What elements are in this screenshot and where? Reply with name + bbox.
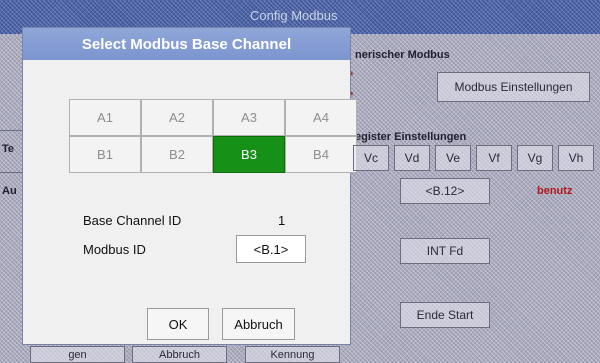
background-value-button: Vh [558,145,594,171]
cancel-button[interactable]: Abbruch [222,308,295,340]
channel-button-a4[interactable]: A4 [285,99,357,136]
channel-button-b3[interactable]: B3 [213,136,285,173]
channel-button-a1[interactable]: A1 [69,99,141,136]
background-field-b12: <B.12> [400,178,490,204]
channel-button-a3[interactable]: A3 [213,99,285,136]
background-title: Config Modbus [250,8,338,23]
base-channel-id-value: 1 [278,213,286,228]
channel-button-a2[interactable]: A2 [141,99,213,136]
background-footer-button: Abbruch [132,346,227,363]
background-divider [0,172,22,173]
channel-button-b2[interactable]: B2 [141,136,213,173]
modbus-id-field[interactable]: <B.1> [236,235,306,263]
background-value-button: Vf [476,145,512,171]
dialog-title: Select Modbus Base Channel [23,28,350,60]
background-value-button: Ve [435,145,471,171]
select-base-channel-dialog: Select Modbus Base Channel A1 A2 A3 A4 B1 B2 B… [22,27,357,345]
background-value-button: Vd [394,145,430,171]
background-register-label: egister Einstellungen [355,131,467,143]
background-value-button: Vg [517,145,553,171]
modbus-settings-button: Modbus Einstellungen [437,72,590,102]
modbus-id-label: Modbus ID [83,242,146,257]
background-field-int: INT Fd [400,238,490,264]
background-divider [0,130,22,131]
background-value-button: Vc [353,145,389,171]
background-footer-button: Kennung [245,346,340,363]
channel-button-b1[interactable]: B1 [69,136,141,173]
background-field-start: Ende Start [400,302,490,328]
channel-button-b4[interactable]: B4 [285,136,357,173]
ok-button[interactable]: OK [147,308,209,340]
background-benutz-label: benutz [537,185,573,197]
background-footer-button: gen [30,346,125,363]
background-side-label: Au [2,185,17,197]
base-channel-id-label: Base Channel ID [83,213,182,228]
background-side-label: Te [2,143,15,155]
background-section-label: nerischer Modbus [355,49,450,61]
